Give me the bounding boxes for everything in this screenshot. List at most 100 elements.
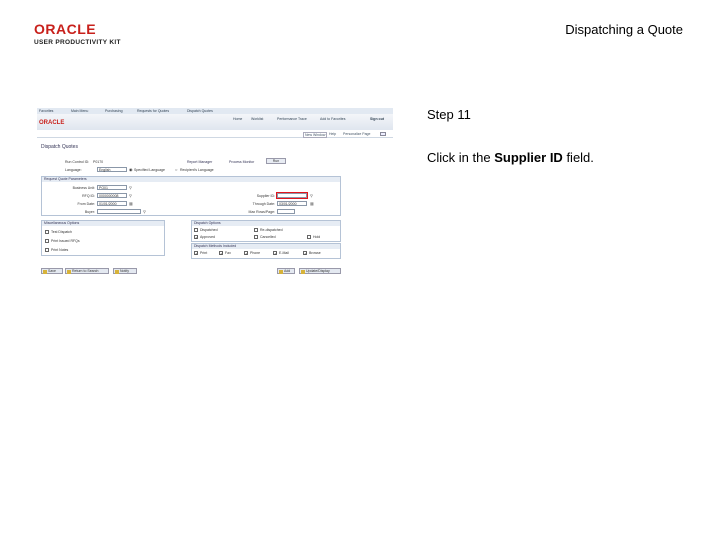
cancelled-label: Cancelled (260, 235, 276, 239)
instruction-post: field. (562, 150, 594, 165)
nav-sign-out[interactable]: Sign out (370, 117, 384, 121)
save-button[interactable]: Save (41, 268, 63, 274)
run-button[interactable]: Run (266, 158, 286, 164)
add-button[interactable]: Add (277, 268, 295, 274)
return-icon (67, 269, 71, 274)
fax-method-label: Fax (225, 251, 231, 255)
return-to-search-button[interactable]: Return to Search (65, 268, 109, 274)
notify-button-label: Notify (120, 269, 129, 273)
email-method-checkbox[interactable] (273, 251, 277, 256)
app-brand: ORACLE (39, 120, 65, 126)
personalize-page-link[interactable]: Personalize Page (343, 132, 370, 136)
print-issued-label: Print Issued RFQs (51, 239, 80, 243)
from-date-field[interactable]: 01/01/2000 (97, 201, 127, 206)
rfq-id-field[interactable]: 0000000008 (97, 193, 127, 198)
print-method-checkbox[interactable] (194, 251, 198, 256)
app-header: ORACLE Home Worklist Performance Trace A… (37, 114, 393, 130)
lookup-icon[interactable]: ⚲ (129, 185, 132, 190)
lookup-icon[interactable]: ⚲ (310, 193, 313, 198)
supplier-id-label: Supplier ID: (256, 194, 275, 198)
business-unit-label: Business Unit: (72, 186, 95, 190)
help-link[interactable]: Help (329, 132, 336, 136)
add-icon (279, 269, 283, 274)
phone-method-label: Phone (250, 251, 261, 255)
menu-rfq[interactable]: Requests for Quotes (137, 109, 169, 113)
nav-performance-trace[interactable]: Performance Trace (277, 117, 307, 121)
radio-icon[interactable]: ○ (175, 167, 177, 172)
calendar-icon[interactable]: ▦ (310, 201, 314, 206)
hold-label: Hold (313, 235, 321, 239)
menu-dispatch-quotes[interactable]: Dispatch Quotes (187, 109, 213, 113)
print-issued-checkbox[interactable] (45, 239, 49, 243)
application-screenshot: Favorites Main Menu Purchasing Requests … (37, 108, 393, 278)
test-dispatch-checkbox[interactable] (45, 230, 49, 234)
redispatched-checkbox[interactable] (254, 228, 258, 232)
run-control-value: P0170 (93, 160, 104, 164)
update-display-button[interactable]: Update/Display (299, 268, 341, 274)
instruction-pre: Click in the (427, 150, 495, 165)
menu-main-menu[interactable]: Main Menu (71, 109, 88, 113)
rfq-id-label: RFQ ID: (82, 194, 95, 198)
process-monitor-link[interactable]: Process Monitor (229, 160, 254, 164)
cancelled-checkbox[interactable] (254, 235, 258, 239)
through-date-label: Through Date: (252, 202, 275, 206)
max-rows-label: Max Rows/Page: (248, 210, 275, 214)
slide-title: Dispatching a Quote (565, 22, 683, 37)
oracle-upk-logo: ORACLE USER PRODUCTIVITY KIT (34, 22, 134, 48)
buyer-label: Buyer: (84, 210, 95, 214)
print-notes-checkbox[interactable] (45, 248, 49, 252)
recipient-language-label: Recipient's Language (180, 168, 214, 172)
approved-checkbox[interactable] (194, 235, 198, 240)
approved-label: Approved (200, 235, 215, 239)
request-params-header: Request Quote Parameters (42, 177, 340, 182)
nav-add-favorites[interactable]: Add to Favorites (320, 117, 345, 121)
buyer-field[interactable] (97, 209, 141, 214)
notify-icon (115, 269, 119, 274)
fax-method-checkbox[interactable] (219, 251, 223, 256)
step-label: Step 11 (427, 107, 471, 122)
browse-method-label: Browse (309, 251, 321, 255)
print-method-label: Print (200, 251, 208, 255)
instruction-field-name: Supplier ID (494, 150, 563, 165)
menu-purchasing[interactable]: Purchasing (105, 109, 123, 113)
save-icon (43, 269, 47, 274)
from-date-label: From Date: (77, 202, 95, 206)
logo-brand: ORACLE (34, 21, 97, 37)
utility-bar: New Window Help Personalize Page (37, 130, 393, 138)
update-button-label: Update/Display (306, 269, 330, 273)
menu-favorites[interactable]: Favorites (39, 109, 53, 113)
dispatch-methods-header: Dispatch Methods Included (192, 244, 340, 249)
max-rows-field[interactable] (277, 209, 295, 214)
through-date-field[interactable]: 03/01/2000 (277, 201, 307, 206)
logo-subtitle: USER PRODUCTIVITY KIT (34, 39, 121, 46)
radio-icon[interactable]: ◉ (129, 167, 133, 172)
supplier-id-highlight (276, 192, 308, 199)
language-label: Language: (65, 168, 82, 172)
calendar-icon[interactable]: ▦ (129, 201, 133, 206)
dispatched-label: Dispatched (200, 228, 218, 232)
new-window-link[interactable]: New Window (303, 132, 328, 138)
lookup-icon[interactable]: ⚲ (143, 209, 146, 214)
report-manager-link[interactable]: Report Manager (187, 160, 212, 164)
browse-method-checkbox[interactable] (303, 251, 307, 256)
specified-language-label: Specified Language (134, 168, 165, 172)
dispatched-checkbox[interactable] (194, 228, 198, 232)
misc-options-header: Miscellaneous Options (42, 221, 164, 226)
return-button-label: Return to Search (72, 269, 99, 273)
nav-home[interactable]: Home (233, 117, 242, 121)
nav-worklist[interactable]: Worklist (251, 117, 263, 121)
dispatch-options-header: Dispatch Options (192, 221, 340, 226)
update-icon (301, 269, 305, 274)
phone-method-checkbox[interactable] (244, 251, 248, 256)
personalize-icon[interactable] (380, 132, 386, 136)
notify-button[interactable]: Notify (113, 268, 137, 274)
test-dispatch-label: Test Dispatch (51, 230, 73, 234)
language-select[interactable]: English (97, 167, 127, 172)
run-control-label: Run Control ID: (65, 160, 90, 164)
lookup-icon[interactable]: ⚲ (129, 193, 132, 198)
page-title: Dispatch Quotes (41, 144, 78, 150)
hold-checkbox[interactable] (307, 235, 311, 239)
print-notes-label: Print Notes (51, 248, 69, 252)
add-button-label: Add (284, 269, 291, 273)
business-unit-field[interactable]: PO01 (97, 185, 127, 190)
